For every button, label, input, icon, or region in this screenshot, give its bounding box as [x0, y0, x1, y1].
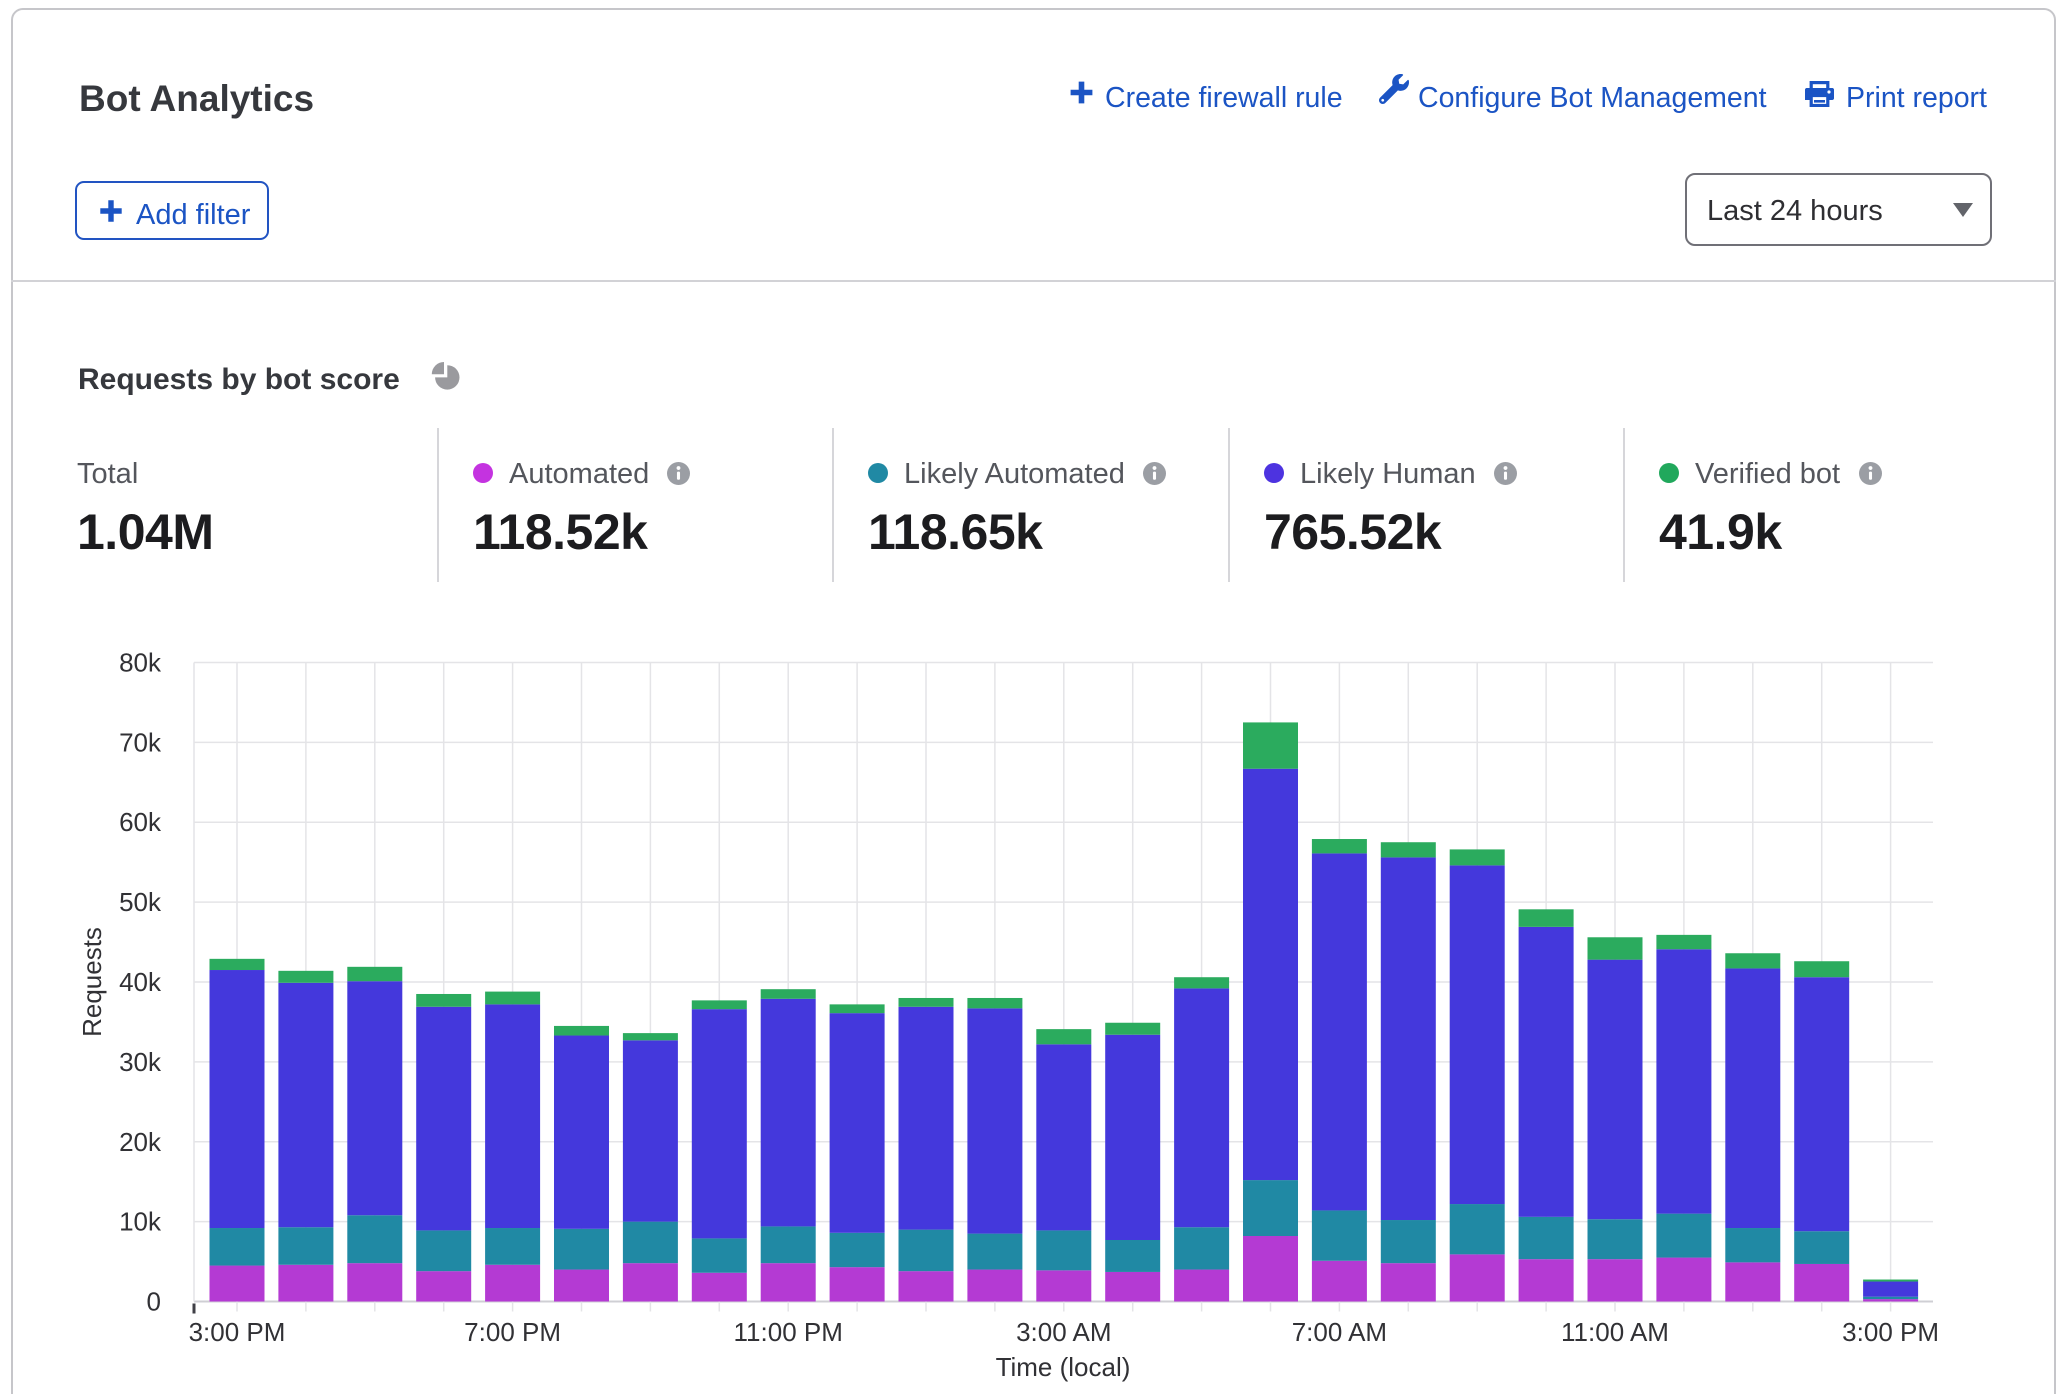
svg-text:30k: 30k: [119, 1047, 162, 1077]
svg-text:7:00 AM: 7:00 AM: [1292, 1317, 1387, 1347]
svg-text:10k: 10k: [119, 1207, 162, 1237]
svg-text:20k: 20k: [119, 1127, 162, 1157]
svg-text:80k: 80k: [119, 648, 162, 678]
svg-text:7:00 PM: 7:00 PM: [464, 1317, 561, 1347]
svg-text:Time (local): Time (local): [996, 1352, 1131, 1382]
svg-text:3:00 PM: 3:00 PM: [189, 1317, 286, 1347]
svg-text:0: 0: [147, 1287, 161, 1317]
svg-text:60k: 60k: [119, 807, 162, 837]
svg-text:3:00 AM: 3:00 AM: [1016, 1317, 1111, 1347]
svg-text:70k: 70k: [119, 727, 162, 757]
svg-text:11:00 PM: 11:00 PM: [734, 1317, 843, 1347]
svg-text:Requests: Requests: [77, 927, 107, 1037]
svg-text:3:00 PM: 3:00 PM: [1842, 1317, 1939, 1347]
svg-text:40k: 40k: [119, 967, 162, 997]
svg-text:11:00 AM: 11:00 AM: [1561, 1317, 1669, 1347]
svg-text:50k: 50k: [119, 887, 162, 917]
